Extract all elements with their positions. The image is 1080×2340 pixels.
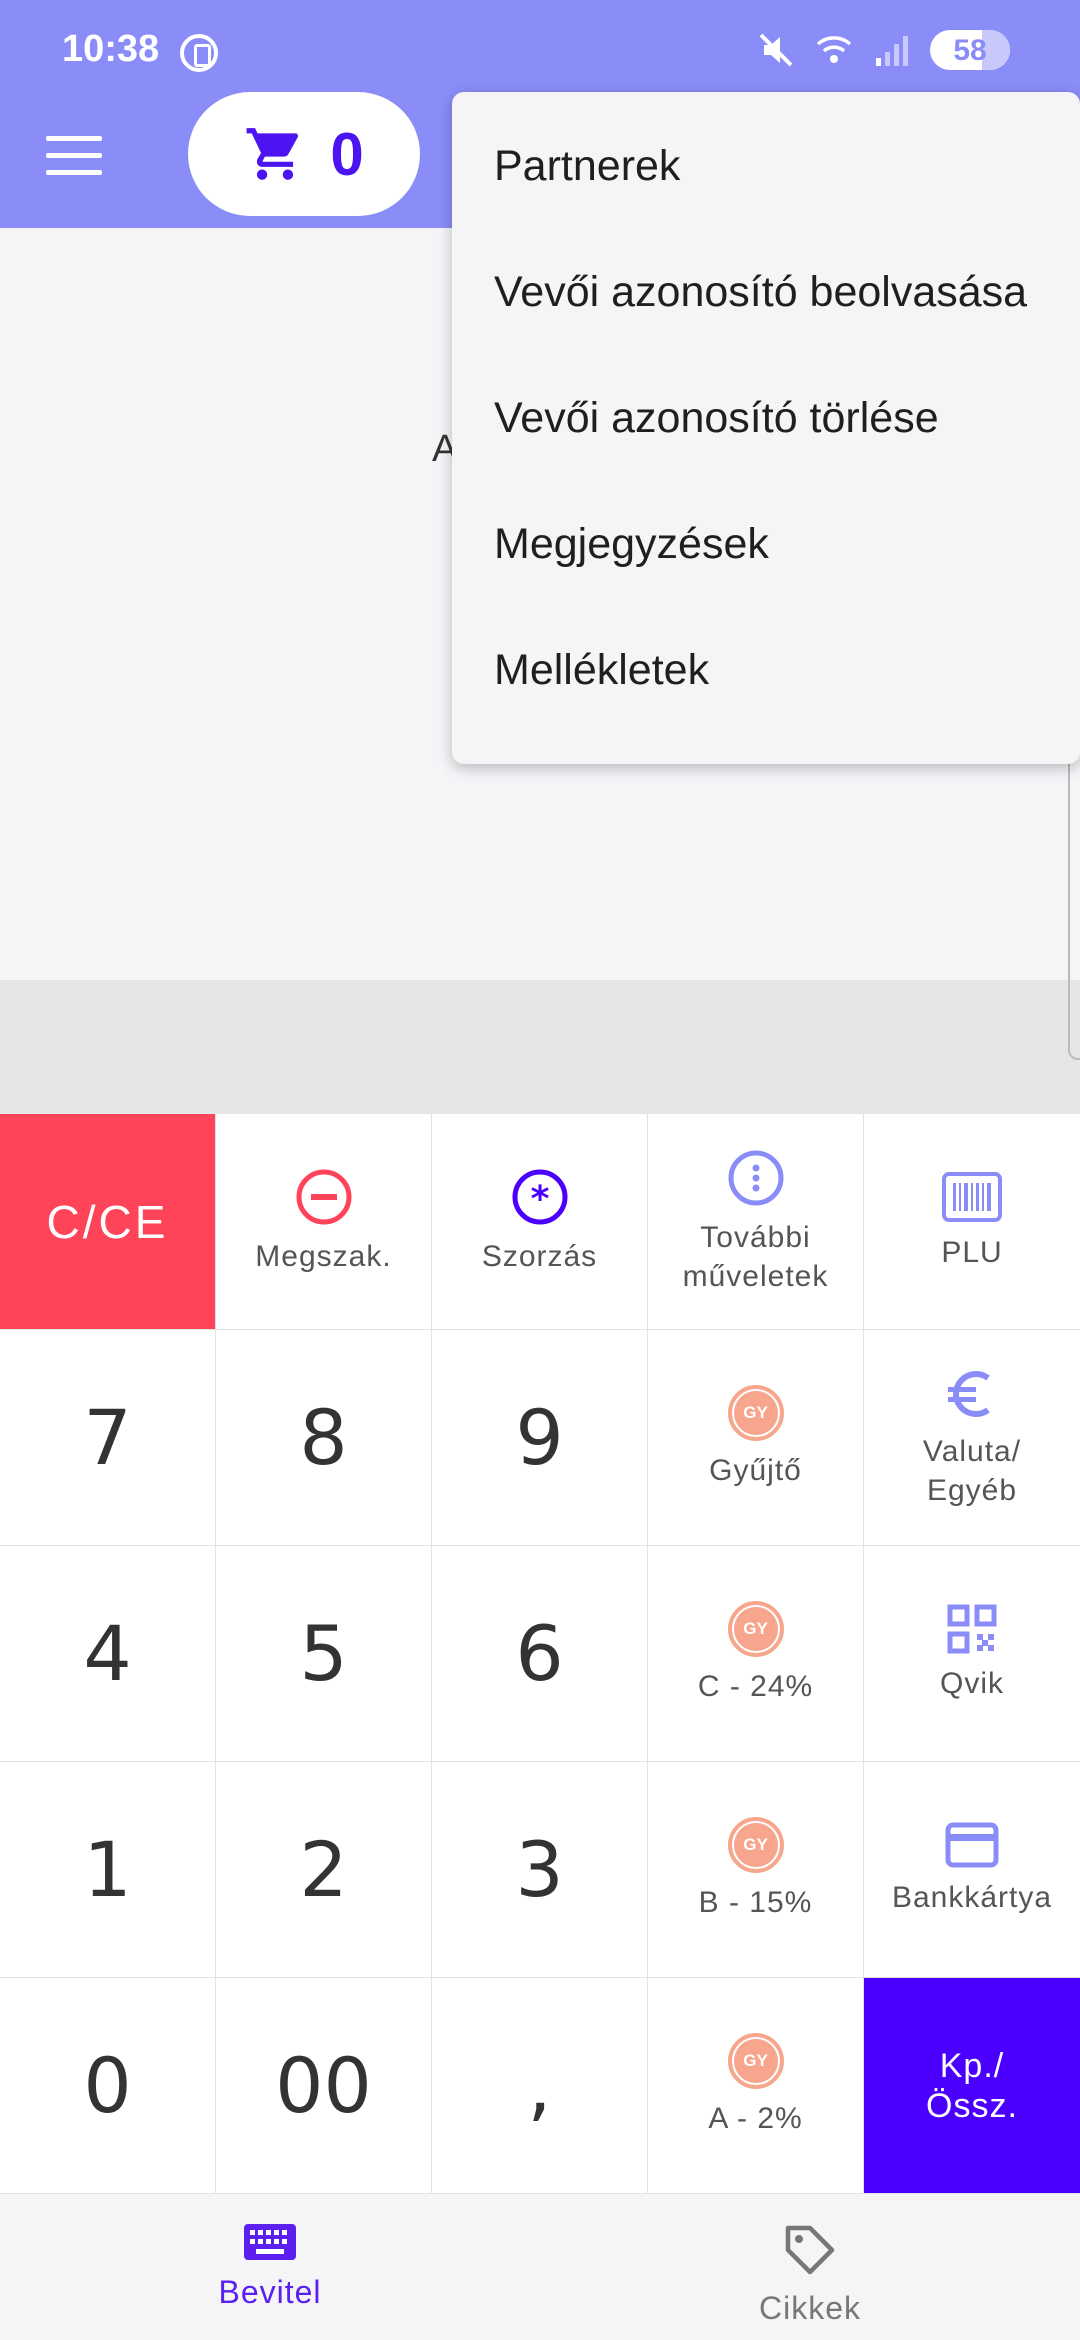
plu-button[interactable]: PLU bbox=[864, 1114, 1080, 1330]
gy-badge-icon: GY bbox=[727, 1817, 784, 1873]
hamburger-menu-icon[interactable] bbox=[46, 136, 102, 176]
gy-badge-icon: GY bbox=[727, 2033, 784, 2089]
menu-item-partners[interactable]: Partnerek bbox=[452, 142, 1080, 268]
clear-button[interactable]: C/CE bbox=[0, 1114, 216, 1330]
menu-item-notes[interactable]: Megjegyzések bbox=[452, 520, 1080, 646]
svg-text:*: * bbox=[530, 1179, 549, 1220]
keypad: C/CE Megszak. * Szorzás További művelete… bbox=[0, 1114, 1080, 2194]
qr-code-icon bbox=[947, 1604, 997, 1654]
digit-0-button[interactable]: 0 bbox=[0, 1978, 216, 2194]
digit-9-button[interactable]: 9 bbox=[432, 1330, 648, 1546]
credit-card-icon bbox=[945, 1822, 999, 1868]
more-vertical-icon bbox=[728, 1150, 783, 1205]
menu-item-delete-customer-id[interactable]: Vevői azonosító törlése bbox=[452, 394, 1080, 520]
battery-indicator: 58 bbox=[930, 30, 1010, 70]
asterisk-circle-icon: * bbox=[512, 1169, 567, 1225]
bottom-navigation: Bevitel Cikkek bbox=[0, 2194, 1080, 2340]
gy-badge-icon: GY bbox=[727, 1385, 784, 1441]
vat-a-button[interactable]: GY A - 2% bbox=[648, 1978, 864, 2194]
battery-level: 58 bbox=[953, 34, 987, 67]
digit-2-button[interactable]: 2 bbox=[216, 1762, 432, 1978]
barcode-icon bbox=[942, 1172, 1002, 1222]
interrupt-button[interactable]: Megszak. bbox=[216, 1114, 432, 1330]
digit-3-button[interactable]: 3 bbox=[432, 1762, 648, 1978]
digit-5-button[interactable]: 5 bbox=[216, 1546, 432, 1762]
multiply-button[interactable]: * Szorzás bbox=[432, 1114, 648, 1330]
status-bar: 10:38 58 bbox=[0, 0, 1080, 100]
overflow-menu: Partnerek Vevői azonosító beolvasása Vev… bbox=[452, 92, 1080, 764]
mute-icon bbox=[759, 33, 793, 67]
cart-icon bbox=[246, 128, 299, 180]
digit-8-button[interactable]: 8 bbox=[216, 1330, 432, 1546]
euro-icon bbox=[948, 1370, 990, 1417]
tab-bevitel[interactable]: Bevitel bbox=[0, 2194, 540, 2340]
double-zero-button[interactable]: 00 bbox=[216, 1978, 432, 2194]
qvik-button[interactable]: Qvik bbox=[864, 1546, 1080, 1762]
keyboard-icon bbox=[244, 2224, 296, 2260]
signal-icon bbox=[876, 36, 908, 66]
decimal-comma-button[interactable]: , bbox=[432, 1978, 648, 2194]
cart-button[interactable]: 0 bbox=[188, 92, 420, 216]
cart-count: 0 bbox=[330, 120, 364, 188]
digit-1-button[interactable]: 1 bbox=[0, 1762, 216, 1978]
currency-other-button[interactable]: Valuta/ Egyéb bbox=[864, 1330, 1080, 1546]
menu-item-attachments[interactable]: Mellékletek bbox=[452, 646, 1080, 772]
digit-4-button[interactable]: 4 bbox=[0, 1546, 216, 1762]
menu-item-scan-customer-id[interactable]: Vevői azonosító beolvasása bbox=[452, 268, 1080, 394]
vat-c-button[interactable]: GY C - 24% bbox=[648, 1546, 864, 1762]
status-time: 10:38 bbox=[62, 28, 160, 70]
gy-badge-icon: GY bbox=[727, 1601, 784, 1657]
vat-b-button[interactable]: GY B - 15% bbox=[648, 1762, 864, 1978]
total-bar bbox=[0, 980, 1080, 1114]
cash-total-button[interactable]: Kp./ Össz. bbox=[864, 1978, 1080, 2194]
collector-button[interactable]: GY Gyűjtő bbox=[648, 1330, 864, 1546]
tab-cikkek[interactable]: Cikkek bbox=[540, 2194, 1080, 2340]
minus-circle-icon bbox=[296, 1169, 351, 1225]
digit-6-button[interactable]: 6 bbox=[432, 1546, 648, 1762]
bank-card-button[interactable]: Bankkártya bbox=[864, 1762, 1080, 1978]
tag-icon bbox=[785, 2225, 835, 2275]
digit-7-button[interactable]: 7 bbox=[0, 1330, 216, 1546]
wifi-icon bbox=[816, 36, 852, 63]
more-actions-button[interactable]: További műveletek bbox=[648, 1114, 864, 1330]
screen-record-icon bbox=[180, 34, 218, 72]
